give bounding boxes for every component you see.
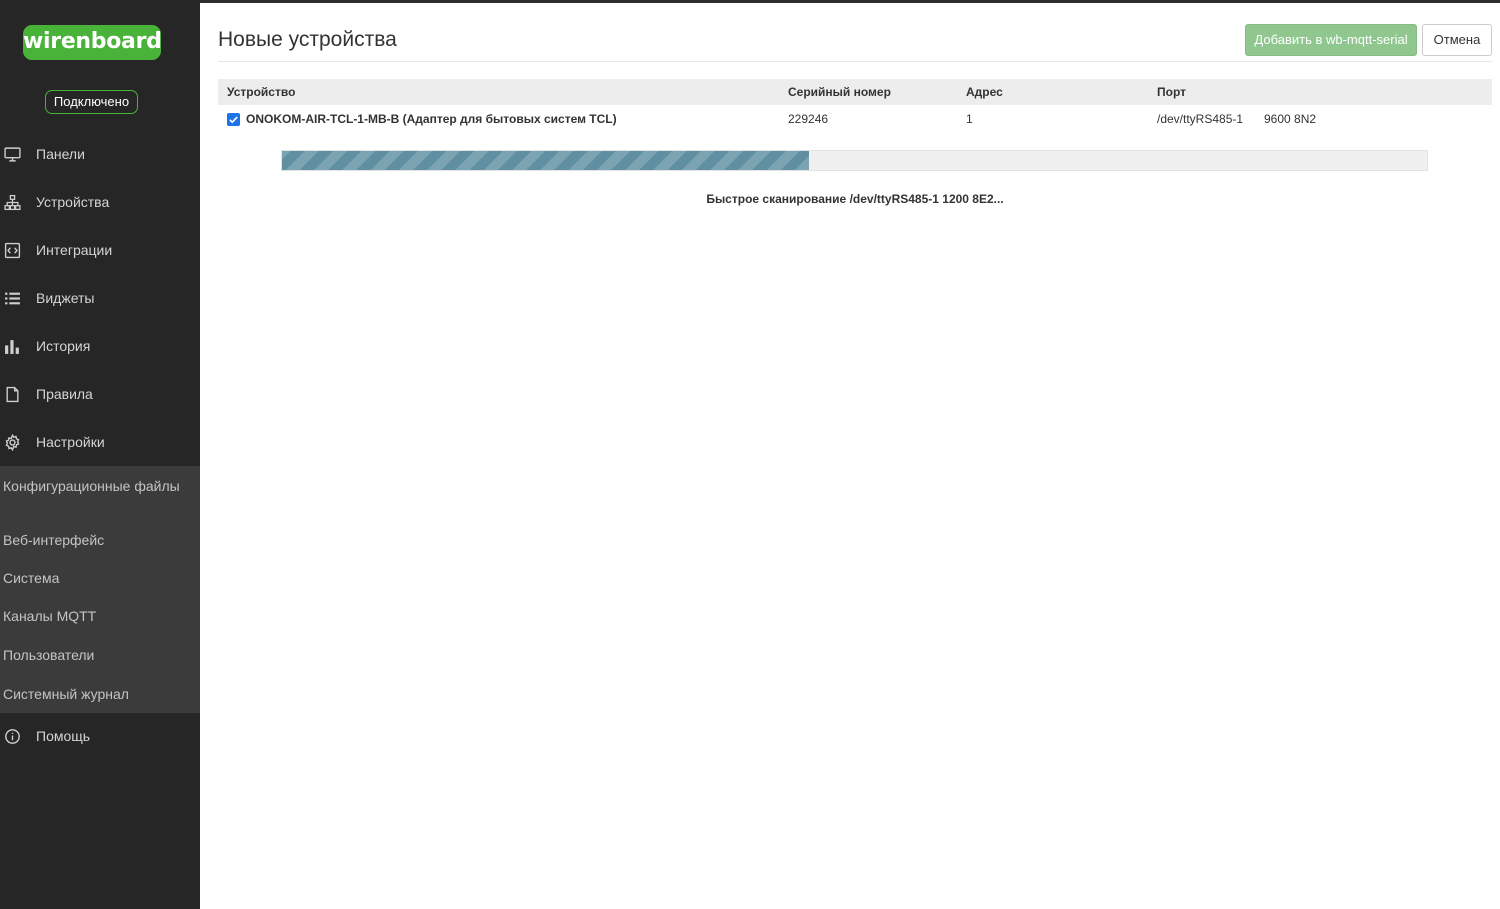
- sidebar-item-integrations[interactable]: Интеграции: [0, 235, 200, 265]
- table-row: ONOKOM-AIR-TCL-1-MB-B (Адаптер для бытов…: [218, 106, 1492, 134]
- scan-status-text: Быстрое сканирование /dev/ttyRS485-1 120…: [706, 192, 1004, 206]
- column-header-port[interactable]: Порт: [1157, 79, 1186, 105]
- add-to-wb-mqtt-serial-button[interactable]: Добавить в wb-mqtt-serial: [1245, 24, 1417, 56]
- column-header-address[interactable]: Адрес: [966, 79, 1003, 105]
- sidebar-item-label: Помощь: [36, 728, 91, 744]
- scan-progress-fill: [282, 151, 809, 170]
- network-icon: [0, 194, 36, 211]
- device-serial: 229246: [788, 112, 829, 126]
- submenu-item-config-files[interactable]: Конфигурационные файлы: [3, 479, 193, 494]
- sidebar-item-label: История: [36, 338, 91, 354]
- sidebar-item-label: Устройства: [36, 194, 110, 210]
- device-name: ONOKOM-AIR-TCL-1-MB-B (Адаптер для бытов…: [246, 112, 617, 126]
- sidebar-item-panels[interactable]: Панели: [0, 139, 200, 169]
- submenu-item-mqtt-channels[interactable]: Каналы MQTT: [3, 609, 193, 624]
- sidebar: wirenboard Подключено Панели Устройства …: [0, 0, 200, 909]
- gear-icon: [0, 433, 36, 451]
- sidebar-item-label: Настройки: [36, 434, 105, 450]
- device-select-checkbox[interactable]: [227, 113, 240, 126]
- sidebar-item-help[interactable]: Помощь: [0, 721, 200, 751]
- devices-table-header: Устройство Серийный номер Адрес Порт: [218, 79, 1492, 105]
- sidebar-item-widgets[interactable]: Виджеты: [0, 283, 200, 313]
- sidebar-item-settings[interactable]: Настройки: [0, 427, 200, 457]
- device-address: 1: [966, 112, 973, 126]
- connection-status-badge: Подключено: [45, 90, 138, 114]
- sidebar-item-rules[interactable]: Правила: [0, 379, 200, 409]
- top-border: [0, 0, 1500, 3]
- column-header-device[interactable]: Устройство: [227, 79, 295, 105]
- bar-chart-icon: [0, 338, 36, 355]
- list-icon: [0, 290, 36, 307]
- info-circle-icon: [0, 728, 36, 745]
- submenu-item-web-interface[interactable]: Веб-интерфейс: [3, 533, 193, 548]
- scan-progress-bar: [281, 150, 1428, 171]
- page-title: Новые устройства: [218, 28, 397, 51]
- sidebar-item-history[interactable]: История: [0, 331, 200, 361]
- code-box-icon: [0, 242, 36, 259]
- file-icon: [0, 386, 36, 403]
- sidebar-item-label: Правила: [36, 386, 93, 402]
- sidebar-item-devices[interactable]: Устройства: [0, 187, 200, 217]
- submenu-item-users[interactable]: Пользователи: [3, 648, 193, 663]
- device-port: /dev/ttyRS485-1: [1157, 112, 1244, 126]
- settings-submenu: Конфигурационные файлы Веб-интерфейс Сис…: [0, 466, 200, 713]
- wirenboard-logo[interactable]: wirenboard: [23, 25, 162, 60]
- sidebar-item-label: Панели: [36, 146, 85, 162]
- sidebar-item-label: Интеграции: [36, 242, 113, 258]
- device-port-settings: 9600 8N2: [1264, 112, 1317, 126]
- cancel-button[interactable]: Отмена: [1422, 24, 1492, 56]
- column-header-serial[interactable]: Серийный номер: [788, 79, 891, 105]
- submenu-item-system[interactable]: Система: [3, 571, 193, 586]
- submenu-item-system-log[interactable]: Системный журнал: [3, 687, 193, 702]
- sidebar-item-label: Виджеты: [36, 290, 95, 306]
- header-divider: [218, 61, 1492, 62]
- monitor-icon: [0, 146, 36, 163]
